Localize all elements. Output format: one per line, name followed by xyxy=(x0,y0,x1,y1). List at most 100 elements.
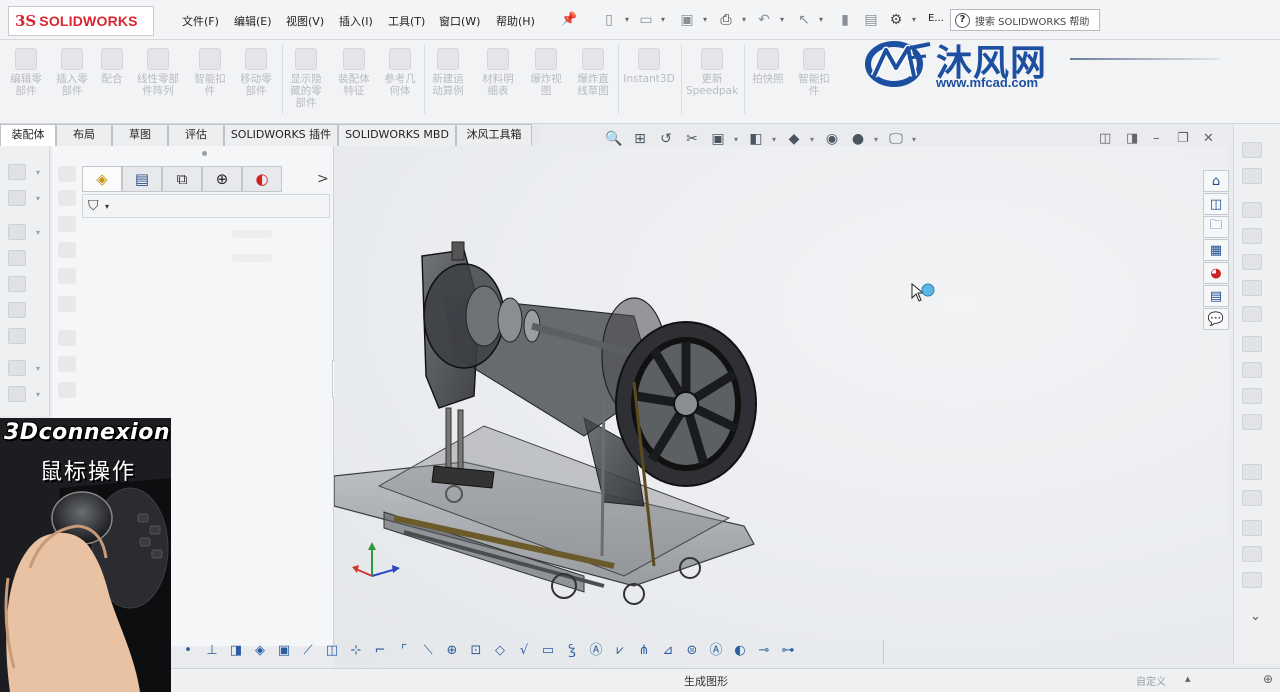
tab-assembly[interactable]: 装配体 xyxy=(0,124,56,146)
dimxpert-dimension-icon[interactable]: Ꝣ xyxy=(563,642,581,660)
dimxpert-tab[interactable]: ⊕ xyxy=(202,166,242,192)
point-icon[interactable]: • xyxy=(179,642,197,660)
center-of-mass-icon[interactable]: ⊕ xyxy=(443,642,461,660)
select-caret-icon[interactable]: ▾ xyxy=(819,15,823,24)
tab-mufeng-toolbox[interactable]: 沐风工具箱 xyxy=(456,124,532,146)
axis-icon[interactable]: ⊥ xyxy=(203,642,221,660)
filter-caret-icon[interactable]: ▾ xyxy=(105,202,109,211)
right-tool-icon[interactable] xyxy=(1242,572,1262,588)
left-tool-icon[interactable] xyxy=(8,276,26,292)
light-icon[interactable]: ⊸ xyxy=(755,642,773,660)
caret-icon[interactable]: ▾ xyxy=(36,228,40,237)
menu-help[interactable]: 帮助(H) xyxy=(496,13,535,29)
smart-fasteners-2-button[interactable]: 智能扣 件 xyxy=(792,48,836,97)
right-tool-icon[interactable] xyxy=(1242,306,1262,322)
right-tool-icon[interactable] xyxy=(1242,228,1262,244)
solidworks-logo[interactable]: 3S SOLIDWORKS xyxy=(8,6,154,36)
right-tool-icon[interactable] xyxy=(1242,362,1262,378)
right-tool-icon[interactable] xyxy=(1242,142,1262,158)
options-gear-icon[interactable]: ⚙ xyxy=(887,11,905,29)
insert-component-button[interactable]: 插入零 部件 xyxy=(50,48,94,97)
take-snapshot-button[interactable]: 拍快照 xyxy=(746,48,790,85)
edit-component-button[interactable]: 编辑零 部件 xyxy=(4,48,48,97)
hide-show-bodies-icon[interactable]: ◈ xyxy=(251,642,269,660)
coordinate-system-icon[interactable]: ⌐ xyxy=(371,642,389,660)
surface-finish-icon[interactable]: ⩗ xyxy=(611,642,629,660)
view-orientation-icon[interactable]: ◧ xyxy=(746,129,766,149)
section-view-icon[interactable]: ✂ xyxy=(682,129,702,149)
undo-caret-icon[interactable]: ▾ xyxy=(780,15,784,24)
minimize-icon[interactable]: – xyxy=(1153,131,1160,146)
file-properties-icon[interactable]: ▤ xyxy=(862,11,880,29)
display-manager-tab[interactable]: ◐ xyxy=(242,166,282,192)
left-tool-icon[interactable] xyxy=(8,190,26,206)
caret-icon[interactable]: ▾ xyxy=(874,135,880,144)
caret-icon[interactable]: ▾ xyxy=(772,135,778,144)
component-icon[interactable]: ▣ xyxy=(275,642,293,660)
sketch-line-icon[interactable]: ⟍ xyxy=(419,642,437,660)
print-icon[interactable]: ⎙ xyxy=(717,11,735,29)
right-tool-icon[interactable] xyxy=(1242,254,1262,270)
tab-sketch[interactable]: 草图 xyxy=(112,124,168,146)
datum-icon[interactable]: ⊿ xyxy=(659,642,677,660)
save-icon[interactable]: ▣ xyxy=(678,11,696,29)
reference-geometry-button[interactable]: 参考几 何体 xyxy=(378,48,422,97)
rebuild-icon[interactable]: ▮ xyxy=(836,11,854,29)
right-tool-icon[interactable] xyxy=(1242,520,1262,536)
decal-icon[interactable]: ◐ xyxy=(731,642,749,660)
curve-icon[interactable]: ⌜ xyxy=(395,642,413,660)
new-document-icon[interactable]: ▯ xyxy=(600,11,618,29)
caret-icon[interactable]: ▾ xyxy=(36,168,40,177)
edit-appearance-icon[interactable]: ● xyxy=(848,129,868,149)
menu-view[interactable]: 视图(V) xyxy=(286,13,324,29)
weld-bead-icon[interactable]: ◇ xyxy=(491,642,509,660)
save-caret-icon[interactable]: ▾ xyxy=(703,15,707,24)
menu-insert[interactable]: 插入(I) xyxy=(339,13,373,29)
show-hidden-components-button[interactable]: 显示隐 藏的零 部件 xyxy=(284,48,328,109)
property-manager-tab[interactable]: ▤ xyxy=(122,166,162,192)
open-caret-icon[interactable]: ▾ xyxy=(661,15,665,24)
dynamic-annotation-icon[interactable]: ▣ xyxy=(708,129,728,149)
annotation-icon[interactable]: Ⓐ xyxy=(587,642,605,660)
caret-icon[interactable]: ▾ xyxy=(734,135,740,144)
view-palette-icon[interactable]: ▦ xyxy=(1203,239,1229,261)
display-style-icon[interactable]: ◆ xyxy=(784,129,804,149)
plane-icon[interactable]: ◨ xyxy=(227,642,245,660)
exploded-view-button[interactable]: 爆炸视 图 xyxy=(524,48,568,97)
instant3d-button[interactable]: Instant3D xyxy=(620,48,678,85)
select-icon[interactable]: ↖ xyxy=(795,11,813,29)
search-help-input[interactable]: ? 搜索 SOLIDWORKS 帮助 xyxy=(950,9,1100,31)
right-tool-icon[interactable] xyxy=(1242,336,1262,352)
forum-icon[interactable]: 💬 xyxy=(1203,308,1229,330)
configuration-manager-tab[interactable]: ⧉ xyxy=(162,166,202,192)
menu-file[interactable]: 文件(F) xyxy=(182,13,219,29)
undo-icon[interactable]: ↶ xyxy=(755,11,773,29)
sketch-plane-icon[interactable]: ◫ xyxy=(323,642,341,660)
tile-left-icon[interactable]: ◫ xyxy=(1099,131,1111,146)
graphics-viewport[interactable] xyxy=(334,146,1229,668)
options-caret-icon[interactable]: ▾ xyxy=(912,15,916,24)
move-component-button[interactable]: 移动零 部件 xyxy=(234,48,278,97)
feature-filter-bar[interactable]: ⛉ ▾ xyxy=(82,194,330,218)
caret-icon[interactable]: ▾ xyxy=(36,194,40,203)
caret-icon[interactable]: ▾ xyxy=(912,135,918,144)
smart-fasteners-button[interactable]: 智能扣 件 xyxy=(188,48,232,97)
tab-solidworks-addins[interactable]: SOLIDWORKS 插件 xyxy=(224,124,338,146)
menu-window[interactable]: 窗口(W) xyxy=(439,13,480,29)
linear-pattern-button[interactable]: 线性零部 件阵列 xyxy=(132,48,184,97)
pin-icon[interactable]: 📌 xyxy=(561,12,577,27)
file-explorer-icon[interactable]: 🗀 xyxy=(1203,216,1229,238)
right-tool-icon[interactable] xyxy=(1242,414,1262,430)
status-custom-units[interactable]: 自定义 xyxy=(1136,673,1166,688)
panel-grip[interactable] xyxy=(202,151,207,156)
feature-tree-tab[interactable]: ◈ xyxy=(82,166,122,192)
tab-layout[interactable]: 布局 xyxy=(56,124,112,146)
weld-symbol-icon[interactable]: ⋔ xyxy=(635,642,653,660)
quick-tips-icon[interactable]: ⊕ xyxy=(1263,672,1273,686)
menu-edit[interactable]: 编辑(E) xyxy=(234,13,272,29)
caret-up-icon[interactable]: ▴ xyxy=(1185,672,1191,685)
zoom-to-fit-icon[interactable]: 🔍 xyxy=(604,129,624,149)
appearances-icon[interactable]: ◕ xyxy=(1203,262,1229,284)
left-tool-icon[interactable] xyxy=(8,164,26,180)
caret-icon[interactable]: ▾ xyxy=(36,390,40,399)
